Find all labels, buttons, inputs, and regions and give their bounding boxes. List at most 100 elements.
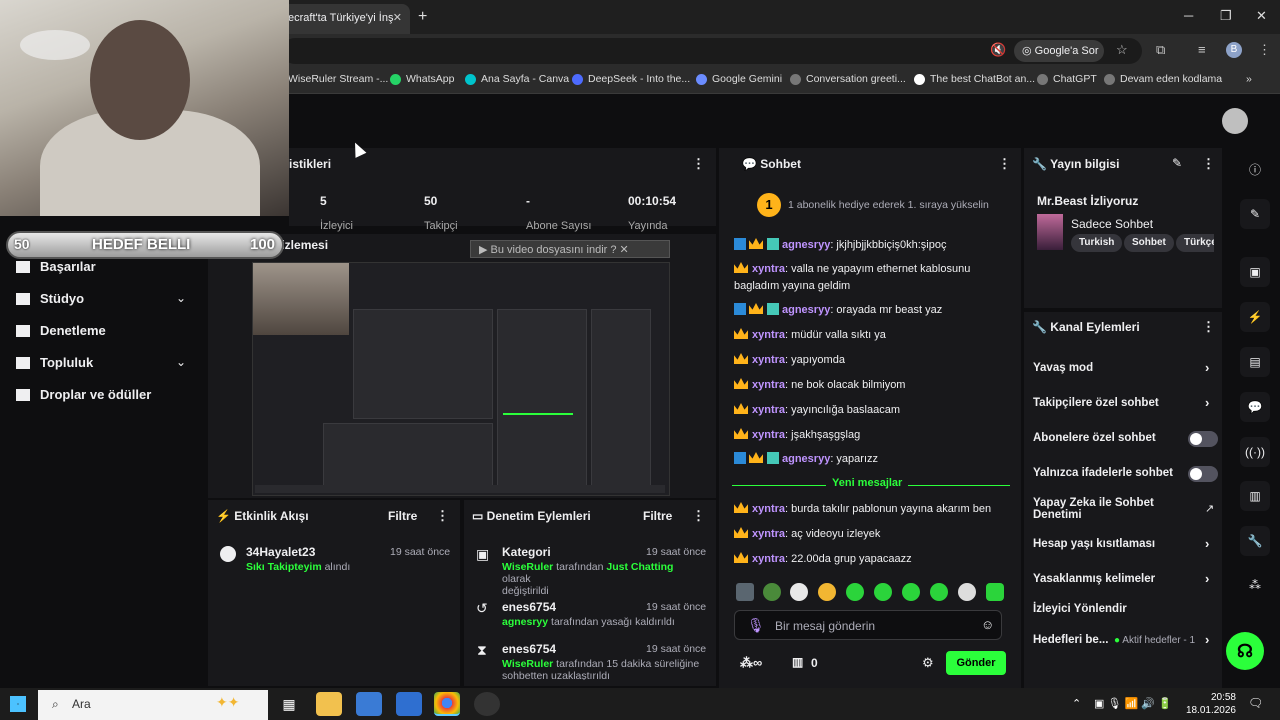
edit-icon[interactable]: ✎ xyxy=(1240,199,1270,229)
chat-message[interactable]: xyntra: valla ne yapayım ethernet kablos… xyxy=(734,261,1006,295)
clock-time[interactable]: 20:58 xyxy=(1196,692,1236,703)
banned-words-item[interactable]: Yasaklanmış kelimeler xyxy=(1033,573,1155,585)
chevron-down-icon[interactable]: ⌄ xyxy=(176,355,186,369)
emote-icon[interactable] xyxy=(874,583,892,601)
chat-input[interactable]: 🎙 Bir mesaj gönderin ☺ xyxy=(734,610,1002,640)
emote-icon[interactable] xyxy=(986,583,1004,601)
chat-message[interactable]: xyntra: müdür valla sıktı ya xyxy=(734,327,1006,344)
bookmark-item[interactable]: Conversation greeti... xyxy=(790,73,906,85)
emote-only-toggle[interactable] xyxy=(1188,466,1218,482)
chevron-right-icon[interactable]: › xyxy=(1205,395,1209,410)
send-button[interactable]: Gönder xyxy=(946,651,1006,675)
clip-icon[interactable]: ▣ xyxy=(1240,257,1270,287)
download-video-button[interactable]: ▶ Bu video dosyasını indir ? ✕ xyxy=(470,240,670,258)
chat-message[interactable]: xyntra: ne bok olacak bilmiyom xyxy=(734,377,1006,394)
task-view-icon[interactable]: ▦ xyxy=(276,692,302,716)
emote-icon[interactable] xyxy=(763,583,781,601)
chat-message[interactable]: agnesryy: orayada mr beast yaz xyxy=(734,302,1006,319)
stream-tag[interactable]: Sohbet xyxy=(1124,234,1174,252)
category-name[interactable]: Sadece Sohbet xyxy=(1071,217,1153,231)
bookmark-item[interactable]: Ana Sayfa - Canva xyxy=(465,73,569,85)
account-age-item[interactable]: Hesap yaşı kısıtlaması xyxy=(1033,538,1155,550)
bookmark-item[interactable]: WhatsApp xyxy=(390,73,454,85)
notification-icon[interactable]: 🗨 xyxy=(1248,696,1263,710)
slow-mode-item[interactable]: Yavaş mod xyxy=(1033,362,1093,374)
browser-tab[interactable]: ecraft'ta Türkiye'yi İnş ✕ xyxy=(282,4,410,34)
chrome-icon[interactable] xyxy=(434,692,460,716)
stream-tag[interactable]: Türkçe xyxy=(1176,234,1214,252)
microphone-icon[interactable]: 🎙 xyxy=(747,617,765,634)
layout-icon[interactable]: ▥ xyxy=(1240,481,1270,511)
chat-message[interactable]: agnesryy: yaparızz xyxy=(734,451,1006,468)
external-link-icon[interactable]: ↗ xyxy=(1205,502,1214,515)
new-tab-icon[interactable]: + xyxy=(418,8,427,26)
nav-moderation[interactable]: Denetleme xyxy=(16,323,106,338)
more-options-icon[interactable]: ⋮ xyxy=(692,508,705,524)
bookmark-star-icon[interactable]: ☆ xyxy=(1116,42,1128,58)
more-bookmarks-icon[interactable]: » xyxy=(1246,73,1252,85)
support-headset-button[interactable]: ☊ xyxy=(1226,632,1264,670)
ad-lightning-icon[interactable]: ⚡ xyxy=(1240,302,1270,332)
emote-icon[interactable] xyxy=(902,583,920,601)
user-avatar[interactable] xyxy=(1222,108,1248,134)
chat-message[interactable]: xyntra: jşakhşaşgşlag xyxy=(734,427,1006,444)
channel-points-icon[interactable]: ⁂∞ xyxy=(740,655,762,671)
copilot-sparkle-icon[interactable]: ✦✦ xyxy=(216,694,239,711)
broadcast-icon[interactable]: ((·)) xyxy=(1240,437,1270,467)
followers-only-item[interactable]: Takipçilere özel sohbet xyxy=(1033,397,1159,409)
file-explorer-icon[interactable] xyxy=(316,692,342,716)
emote-icon[interactable] xyxy=(958,583,976,601)
raid-item[interactable]: İzleyici Yönlendir xyxy=(1033,603,1127,615)
nav-drops[interactable]: Droplar ve ödüller xyxy=(16,387,151,402)
moderation-filter-button[interactable]: Filtre xyxy=(643,509,672,523)
marker-icon[interactable]: ▤ xyxy=(1240,347,1270,377)
bookmark-item[interactable]: WiseRuler Stream -... xyxy=(288,73,388,85)
subscribers-only-toggle[interactable] xyxy=(1188,431,1218,447)
emote-icon[interactable] xyxy=(818,583,836,601)
bookmark-item[interactable]: ChatGPT xyxy=(1037,73,1097,85)
chevron-right-icon[interactable]: › xyxy=(1205,536,1209,551)
address-input[interactable] xyxy=(282,38,1142,64)
chevron-right-icon[interactable]: › xyxy=(1205,360,1209,375)
nav-studio[interactable]: Stüdyo xyxy=(16,291,84,306)
chat-message[interactable]: xyntra: yapıyomda xyxy=(734,352,1006,369)
emote-icon[interactable] xyxy=(790,583,808,601)
mute-icon[interactable]: 🔇 xyxy=(990,42,1006,58)
chat-message[interactable]: xyntra: 22.00da grup yapacaazz xyxy=(734,551,1006,568)
profile-avatar[interactable]: B xyxy=(1226,42,1242,58)
more-options-icon[interactable]: ⋮ xyxy=(1202,156,1215,172)
close-window-icon[interactable]: ✕ xyxy=(1256,8,1267,24)
chevron-right-icon[interactable]: › xyxy=(1205,632,1209,647)
chat-bubble-icon[interactable]: 💬 xyxy=(1240,392,1270,422)
bookmark-item[interactable]: DeepSeek - Into the... xyxy=(572,73,690,85)
clock-date[interactable]: 18.01.2026 xyxy=(1184,705,1236,716)
emote-icon[interactable] xyxy=(930,583,948,601)
app-icon[interactable] xyxy=(356,692,382,716)
extensions-icon[interactable]: ⧉ xyxy=(1156,42,1165,58)
more-options-icon[interactable]: ⋮ xyxy=(692,156,705,172)
emote-icon[interactable] xyxy=(736,583,754,601)
bookmark-item[interactable]: The best ChatBot an... xyxy=(914,73,1035,85)
stream-preview-video[interactable] xyxy=(252,262,670,496)
google-ask-button[interactable]: ◎ Google'a Sor xyxy=(1014,40,1104,62)
obs-icon[interactable] xyxy=(474,692,500,716)
chat-message[interactable]: xyntra: yayıncılığa baslaacam xyxy=(734,402,1006,419)
media-icon[interactable]: ≡ xyxy=(1198,42,1206,57)
goals-item[interactable]: Hedefleri be... xyxy=(1033,634,1108,646)
chat-message[interactable]: xyntra: burda takılır pablonun yayına ak… xyxy=(734,501,1006,518)
points-icon[interactable]: ⁂ xyxy=(1240,570,1270,600)
info-icon[interactable]: ⓘ xyxy=(1240,155,1270,185)
wrench-icon[interactable]: 🔧 xyxy=(1240,526,1270,556)
activity-filter-button[interactable]: Filtre xyxy=(388,509,417,523)
chevron-down-icon[interactable]: ⌄ xyxy=(176,291,186,305)
more-options-icon[interactable]: ⋮ xyxy=(998,156,1011,172)
tab-close-icon[interactable]: ✕ xyxy=(393,11,402,24)
tray-chevron-icon[interactable]: ⌃ xyxy=(1072,697,1081,710)
settings-gear-icon[interactable]: ⚙ xyxy=(922,655,934,671)
menu-icon[interactable]: ⋮ xyxy=(1258,42,1271,58)
bits-icon[interactable]: ▥ xyxy=(792,655,803,669)
stream-tag[interactable]: Turkish xyxy=(1071,234,1123,252)
bookmark-item[interactable]: Google Gemini xyxy=(696,73,782,85)
more-options-icon[interactable]: ⋮ xyxy=(436,508,449,524)
gift-leaderboard-text[interactable]: 1 abonelik hediye ederek 1. sıraya yükse… xyxy=(788,199,989,211)
